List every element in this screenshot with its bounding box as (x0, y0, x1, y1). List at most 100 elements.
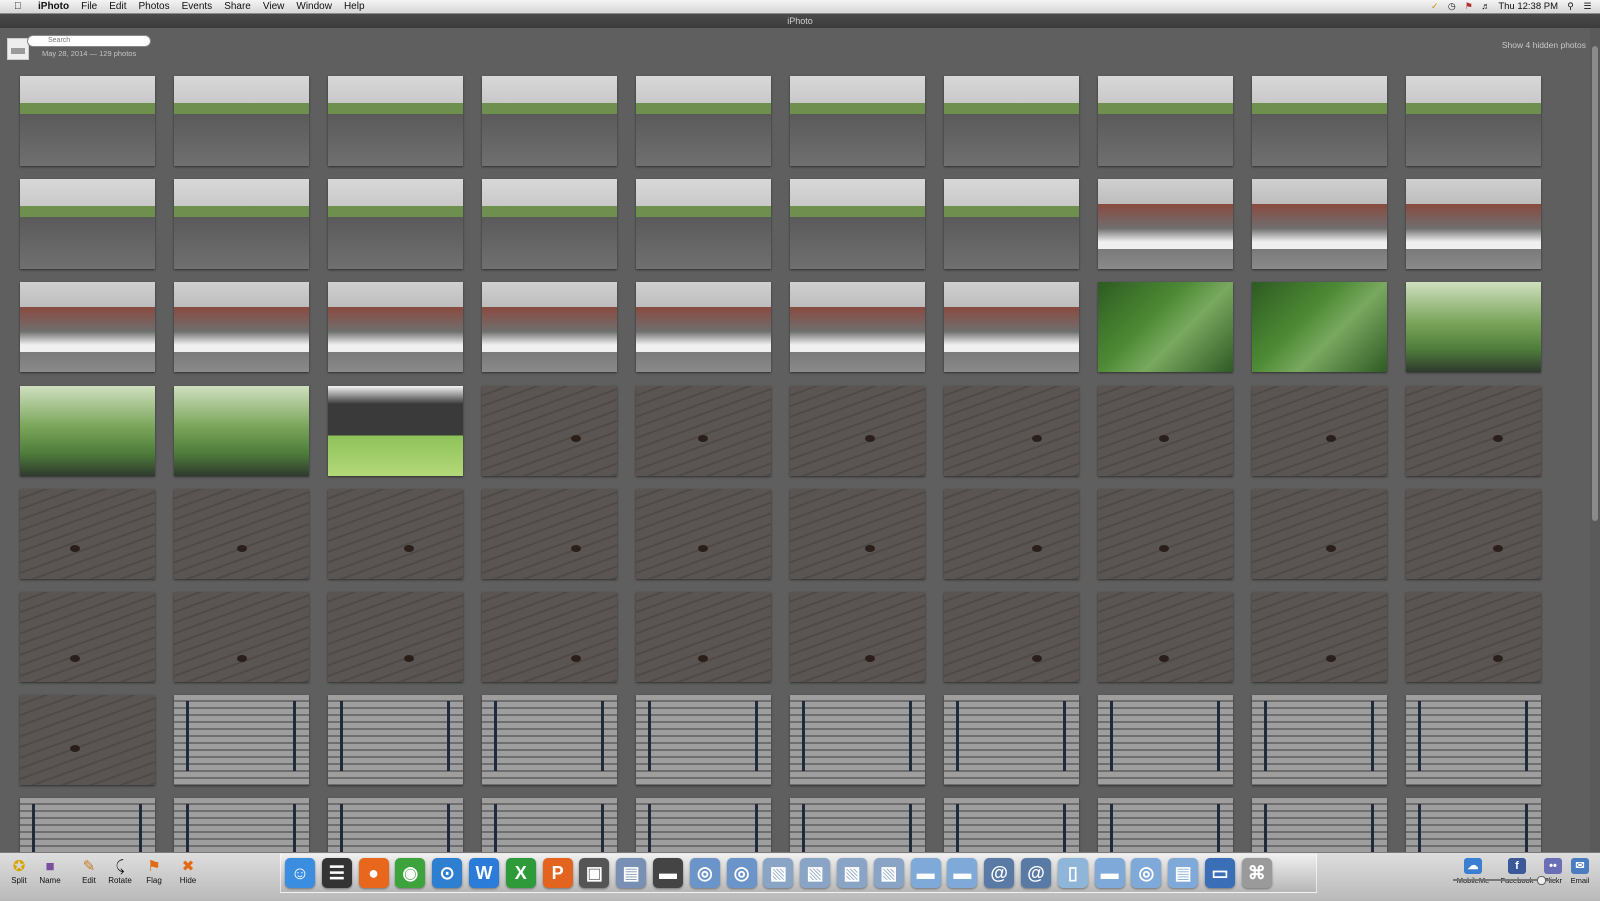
photo-thumbnail[interactable] (1252, 695, 1387, 785)
photo-thumbnail[interactable] (1406, 76, 1541, 166)
photo-thumbnail[interactable] (1252, 592, 1387, 682)
photo-thumbnail[interactable] (944, 798, 1079, 854)
photo-thumbnail[interactable] (328, 179, 463, 269)
photo-thumbnail[interactable] (1406, 386, 1541, 476)
photo-thumbnail[interactable] (944, 386, 1079, 476)
trash-icon[interactable]: ⌘ (1241, 858, 1272, 888)
folder-icon-4[interactable]: ◎ (1131, 858, 1162, 888)
stack-icon-5[interactable]: ▧ (837, 858, 867, 888)
photo-thumbnail[interactable] (328, 798, 463, 854)
photo-thumbnail[interactable] (1252, 76, 1387, 166)
photo-thumbnail[interactable] (328, 282, 463, 372)
finder-icon[interactable]: ☺ (285, 858, 315, 888)
photo-thumbnail[interactable] (482, 489, 617, 579)
stack-icon-6[interactable]: ▧ (873, 858, 904, 888)
menu-share[interactable]: Share (218, 0, 257, 13)
email-button[interactable]: ✉ Email (1562, 858, 1598, 885)
menu-help[interactable]: Help (338, 0, 371, 13)
photo-thumbnail[interactable] (328, 592, 463, 682)
photo-thumbnail[interactable] (636, 489, 771, 579)
photo-thumbnail[interactable] (482, 592, 617, 682)
menu-file[interactable]: File (75, 0, 103, 13)
clapper-icon[interactable]: ☰ (321, 858, 352, 888)
excel-icon[interactable]: X (505, 858, 536, 888)
folder-icon-3[interactable]: ▬ (1094, 858, 1125, 888)
photo-thumbnail[interactable] (636, 179, 771, 269)
edit-button[interactable]: ✎ Edit (72, 857, 106, 885)
photo-thumbnail[interactable] (20, 592, 155, 682)
photo-thumbnail[interactable] (482, 282, 617, 372)
photo-thumbnail[interactable] (20, 76, 155, 166)
checkmark-icon[interactable]: ✓ (1430, 2, 1439, 11)
photo-thumbnail[interactable] (20, 489, 155, 579)
photo-thumbnail[interactable] (1098, 179, 1233, 269)
photo-thumbnail[interactable] (1098, 592, 1233, 682)
photo-thumbnail[interactable] (328, 386, 463, 476)
photo-thumbnail[interactable] (482, 695, 617, 785)
clock[interactable]: Thu 12:38 PM (1498, 1, 1558, 12)
event-key-photo[interactable] (7, 38, 29, 60)
photo-thumbnail[interactable] (636, 282, 771, 372)
hide-button[interactable]: ✖ Hide (171, 857, 205, 885)
photo-thumbnail[interactable] (20, 179, 155, 269)
photo-thumbnail[interactable] (636, 695, 771, 785)
photo-thumbnail[interactable] (636, 386, 771, 476)
folder-icon-1[interactable]: ▬ (910, 858, 941, 888)
menu-view[interactable]: View (257, 0, 291, 13)
photo-thumbnail[interactable] (1252, 282, 1387, 372)
doc-icon[interactable]: ▯ (1057, 858, 1088, 888)
photo-thumbnail[interactable] (944, 695, 1079, 785)
photo-thumbnail[interactable] (1406, 282, 1541, 372)
photo-thumbnail[interactable] (482, 386, 617, 476)
photo-thumbnail[interactable] (1406, 798, 1541, 854)
photo-thumbnail[interactable] (944, 592, 1079, 682)
photo-thumbnail[interactable] (1252, 489, 1387, 579)
folder-dark-icon[interactable]: ▬ (653, 858, 683, 888)
split-button[interactable]: ✪ Split (2, 857, 36, 885)
photo-thumbnail[interactable] (20, 386, 155, 476)
stack-icon-2[interactable]: ◎ (726, 858, 757, 888)
photo-thumbnail[interactable] (944, 179, 1079, 269)
http-icon-1[interactable]: @ (984, 858, 1015, 888)
show-hidden-photos-link[interactable]: Show 4 hidden photos (1502, 40, 1586, 50)
apple-icon[interactable]:  (14, 1, 26, 12)
photo-thumbnail[interactable] (1252, 798, 1387, 854)
photo-thumbnail[interactable] (790, 386, 925, 476)
volume-icon[interactable]: ♬ (1481, 2, 1490, 11)
iphoto-icon[interactable]: ▣ (579, 858, 610, 888)
preview-icon[interactable]: ▤ (616, 858, 647, 888)
photo-thumbnail[interactable] (1406, 489, 1541, 579)
http-icon-2[interactable]: @ (1021, 858, 1051, 888)
photo-thumbnail[interactable] (482, 76, 617, 166)
photo-thumbnail[interactable] (636, 76, 771, 166)
photo-thumbnail[interactable] (944, 76, 1079, 166)
timemachine-icon[interactable]: ◷ (1447, 2, 1456, 11)
search-input[interactable]: Search (27, 35, 151, 47)
photo-thumbnail[interactable] (174, 282, 309, 372)
photo-thumbnail[interactable] (1098, 489, 1233, 579)
photo-thumbnail[interactable] (790, 76, 925, 166)
photo-thumbnail[interactable] (1098, 76, 1233, 166)
photo-thumbnail[interactable] (1098, 798, 1233, 854)
photo-thumbnail[interactable] (1098, 695, 1233, 785)
photo-thumbnail[interactable] (20, 695, 155, 785)
photo-thumbnail[interactable] (20, 798, 155, 854)
powerpoint-icon[interactable]: P (542, 858, 573, 888)
spotlight-icon[interactable]: ⚲ (1566, 2, 1575, 11)
photo-thumbnail[interactable] (174, 695, 309, 785)
photo-thumbnail[interactable] (174, 76, 309, 166)
firefox-icon[interactable]: ● (358, 858, 389, 888)
stack-icon-4[interactable]: ▧ (800, 858, 831, 888)
flag-button[interactable]: ⚑ Flag (137, 857, 171, 885)
flag-us-icon[interactable]: ⚑ (1464, 2, 1473, 11)
photo-thumbnail[interactable] (482, 179, 617, 269)
menu-photos[interactable]: Photos (132, 0, 175, 13)
safari-icon[interactable]: ⊙ (432, 858, 463, 888)
name-button[interactable]: ■ Name (33, 857, 67, 885)
photo-thumbnail[interactable] (328, 489, 463, 579)
photo-thumbnail[interactable] (174, 592, 309, 682)
photo-thumbnail[interactable] (328, 695, 463, 785)
photo-thumbnail[interactable] (174, 179, 309, 269)
menu-events[interactable]: Events (176, 0, 219, 13)
photo-thumbnail[interactable] (636, 798, 771, 854)
